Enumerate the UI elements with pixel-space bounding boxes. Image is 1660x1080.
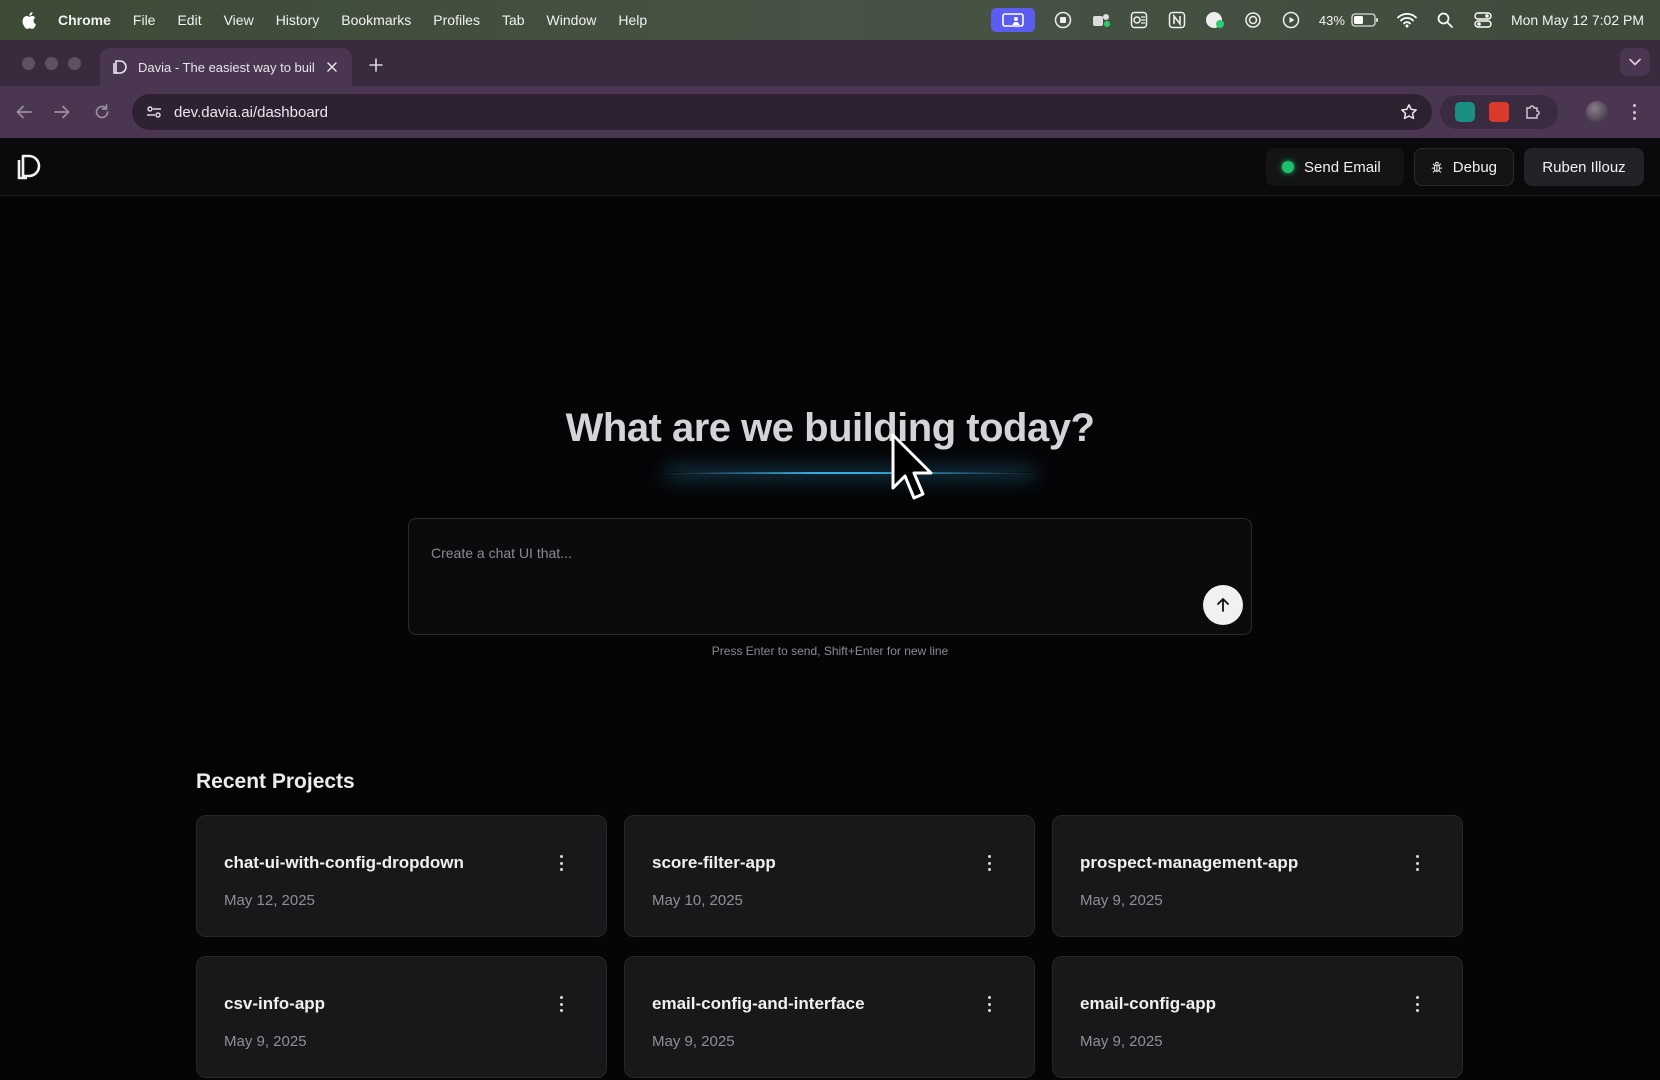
outlook-icon[interactable]	[1129, 10, 1149, 30]
battery-icon[interactable]	[1351, 10, 1379, 30]
project-name: email-config-and-interface	[652, 994, 865, 1013]
send-email-label: Send Email	[1304, 158, 1381, 176]
title-glow	[670, 472, 1030, 474]
more-vertical-icon[interactable]	[1412, 995, 1422, 1013]
send-prompt-button[interactable]	[1203, 585, 1243, 625]
close-window-button[interactable]	[22, 57, 35, 70]
address-bar[interactable]: dev.davia.ai/dashboard	[132, 94, 1432, 130]
menu-tab[interactable]: Tab	[502, 12, 525, 28]
control-center-icon[interactable]	[1473, 10, 1493, 30]
apple-icon[interactable]	[20, 10, 40, 30]
project-date: May 9, 2025	[652, 1033, 735, 1050]
davia-favicon-icon	[113, 60, 127, 74]
macos-menubar: Chrome File Edit View History Bookmarks …	[0, 0, 1660, 40]
project-name: chat-ui-with-config-dropdown	[224, 853, 464, 872]
debug-button[interactable]: Debug	[1414, 148, 1514, 186]
prompt-input[interactable]	[431, 541, 1191, 565]
project-name: score-filter-app	[652, 853, 776, 872]
more-vertical-icon[interactable]	[1412, 854, 1422, 872]
menu-file[interactable]: File	[133, 12, 156, 28]
send-email-button[interactable]: Send Email	[1266, 148, 1404, 186]
bookmark-star-icon[interactable]	[1400, 103, 1418, 121]
forward-arrow-icon[interactable]	[52, 102, 72, 122]
extensions-puzzle-icon[interactable]	[1523, 102, 1543, 122]
prompt-box	[408, 518, 1252, 635]
browser-tab-strip: Davia - The easiest way to build	[0, 40, 1660, 86]
screen-share-icon[interactable]	[990, 8, 1035, 32]
project-card[interactable]: score-filter-app May 10, 2025	[624, 815, 1035, 937]
openai-icon[interactable]	[1243, 10, 1263, 30]
debug-label: Debug	[1452, 158, 1497, 176]
menu-edit[interactable]: Edit	[177, 12, 201, 28]
arrow-up-icon	[1217, 598, 1229, 612]
page-title: What are we building today?	[565, 406, 1095, 450]
new-tab-icon[interactable]	[366, 55, 386, 75]
menu-profiles[interactable]: Profiles	[433, 12, 480, 28]
zoom-window-button[interactable]	[68, 57, 81, 70]
project-date: May 9, 2025	[1080, 892, 1163, 909]
wifi-icon[interactable]	[1397, 10, 1417, 30]
browser-tab-active[interactable]: Davia - The easiest way to build	[100, 48, 352, 86]
project-date: May 10, 2025	[652, 892, 743, 909]
tab-title: Davia - The easiest way to build	[138, 59, 314, 75]
recent-projects-grid: chat-ui-with-config-dropdown May 12, 202…	[196, 815, 1464, 1078]
project-card[interactable]: email-config-and-interface May 9, 2025	[624, 956, 1035, 1078]
back-arrow-icon[interactable]	[14, 102, 34, 122]
project-date: May 9, 2025	[224, 1033, 307, 1050]
app-header: Send Email Debug Ruben Illouz	[0, 138, 1660, 196]
project-card[interactable]: email-config-app May 9, 2025	[1052, 956, 1463, 1078]
browser-toolbar: dev.davia.ai/dashboard	[0, 86, 1660, 138]
project-card[interactable]: chat-ui-with-config-dropdown May 12, 202…	[196, 815, 607, 937]
teams-icon[interactable]	[1091, 10, 1111, 30]
reload-icon[interactable]	[92, 102, 112, 122]
extension-teal-icon[interactable]	[1455, 102, 1475, 122]
bug-icon	[1431, 161, 1443, 173]
url-text[interactable]: dev.davia.ai/dashboard	[174, 104, 328, 121]
more-vertical-icon[interactable]	[556, 854, 566, 872]
play-icon[interactable]	[1281, 10, 1301, 30]
menubar-clock[interactable]: Mon May 12 7:02 PM	[1511, 12, 1644, 28]
recent-projects-title: Recent Projects	[196, 770, 355, 793]
status-dot-icon	[1282, 161, 1294, 173]
project-date: May 12, 2025	[224, 892, 315, 909]
project-card[interactable]: csv-info-app May 9, 2025	[196, 956, 607, 1078]
project-name: csv-info-app	[224, 994, 326, 1013]
menu-view[interactable]: View	[224, 12, 254, 28]
window-controls	[22, 57, 81, 70]
browser-menu-icon[interactable]	[1630, 102, 1638, 122]
project-name: prospect-management-app	[1080, 853, 1299, 872]
input-hint: Press Enter to send, Shift+Enter for new…	[711, 644, 949, 658]
menu-app-name[interactable]: Chrome	[58, 12, 111, 28]
mouse-pointer-icon	[891, 433, 933, 500]
project-card[interactable]: prospect-management-app May 9, 2025	[1052, 815, 1463, 937]
spotlight-search-icon[interactable]	[1435, 10, 1455, 30]
tab-search-chevron-down-icon[interactable]	[1620, 48, 1650, 76]
project-name: email-config-app	[1080, 994, 1217, 1013]
more-vertical-icon[interactable]	[984, 995, 994, 1013]
minimize-window-button[interactable]	[45, 57, 58, 70]
menu-bookmarks[interactable]: Bookmarks	[341, 12, 411, 28]
notion-icon[interactable]	[1167, 10, 1187, 30]
grammarly-icon[interactable]	[1205, 10, 1225, 30]
menubar-status-area: 43% Mon May 12 7:02 PM	[990, 0, 1644, 40]
menu-history[interactable]: History	[276, 12, 320, 28]
more-vertical-icon[interactable]	[556, 995, 566, 1013]
menu-help[interactable]: Help	[618, 12, 647, 28]
user-name: Ruben Illouz	[1542, 158, 1626, 176]
extension-red-icon[interactable]	[1489, 102, 1509, 122]
user-menu-button[interactable]: Ruben Illouz	[1524, 148, 1644, 186]
close-tab-icon[interactable]	[324, 59, 340, 75]
record-icon[interactable]	[1053, 10, 1073, 30]
more-vertical-icon[interactable]	[984, 854, 994, 872]
davia-logo-icon[interactable]	[16, 153, 42, 181]
extensions-group	[1440, 95, 1558, 129]
menu-window[interactable]: Window	[547, 12, 597, 28]
battery-percent: 43%	[1318, 12, 1345, 28]
site-settings-icon[interactable]	[146, 104, 162, 120]
project-date: May 9, 2025	[1080, 1033, 1163, 1050]
browser-profile-avatar[interactable]	[1586, 101, 1608, 123]
